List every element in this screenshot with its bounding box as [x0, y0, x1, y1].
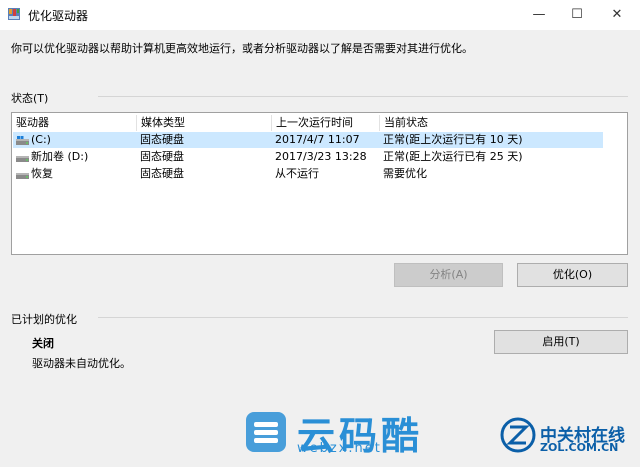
schedule-status: 关闭	[32, 337, 54, 350]
status-separator	[98, 96, 628, 97]
media-type: 固态硬盘	[140, 150, 184, 163]
drive-row[interactable]: (C:) 固态硬盘 2017/4/7 11:07 正常(距上次运行已有 10 天…	[13, 132, 603, 148]
schedule-description: 驱动器未自动优化。	[32, 357, 131, 370]
enable-button[interactable]: 启用(T)	[494, 330, 628, 354]
column-header-status[interactable]: 当前状态	[380, 115, 600, 131]
current-status: 正常(距上次运行已有 10 天)	[383, 133, 523, 146]
analyze-button[interactable]: 分析(A)	[394, 263, 503, 287]
media-type: 固态硬盘	[140, 167, 184, 180]
window-title: 优化驱动器	[28, 9, 89, 23]
watermark-site-url: webzx.net	[297, 441, 382, 456]
current-status: 正常(距上次运行已有 25 天)	[383, 150, 523, 163]
last-run: 2017/3/23 13:28	[275, 150, 367, 163]
drive-icon	[16, 156, 29, 162]
current-status: 需要优化	[383, 167, 427, 180]
drive-row[interactable]: 新加卷 (D:) 固态硬盘 2017/3/23 13:28 正常(距上次运行已有…	[13, 149, 603, 165]
optimize-button[interactable]: 优化(O)	[517, 263, 628, 287]
description-text: 你可以优化驱动器以帮助计算机更高效地运行，或者分析驱动器以了解是否需要对其进行优…	[11, 42, 473, 55]
title-bar: 优化驱动器 — ☐ ✕	[0, 0, 640, 30]
scheduled-separator	[98, 317, 628, 318]
system-drive-icon	[16, 136, 29, 145]
status-group-label: 状态(T)	[11, 92, 49, 105]
zol-watermark-url: ZOL.COM.CN	[540, 441, 619, 454]
column-header-media[interactable]: 媒体类型	[137, 115, 271, 131]
last-run: 从不运行	[275, 167, 319, 180]
zol-logo-icon	[500, 417, 536, 453]
last-run: 2017/4/7 11:07	[275, 133, 360, 146]
drive-name: (C:)	[31, 133, 51, 146]
webzx-logo-icon	[246, 412, 286, 452]
column-header-last-run[interactable]: 上一次运行时间	[272, 115, 379, 131]
defrag-app-icon	[8, 8, 20, 20]
scheduled-group-label: 已计划的优化	[11, 313, 77, 326]
drive-name: 恢复	[31, 167, 53, 180]
drive-list[interactable]: 驱动器 媒体类型 上一次运行时间 当前状态 (C:) 固态硬盘 2017/4/7…	[11, 112, 628, 255]
close-button[interactable]: ✕	[594, 0, 640, 30]
drive-icon	[16, 173, 29, 179]
drive-name: 新加卷 (D:)	[31, 150, 89, 163]
column-header-drive[interactable]: 驱动器	[12, 115, 136, 131]
drive-row[interactable]: 恢复 固态硬盘 从不运行 需要优化	[13, 166, 603, 182]
media-type: 固态硬盘	[140, 133, 184, 146]
